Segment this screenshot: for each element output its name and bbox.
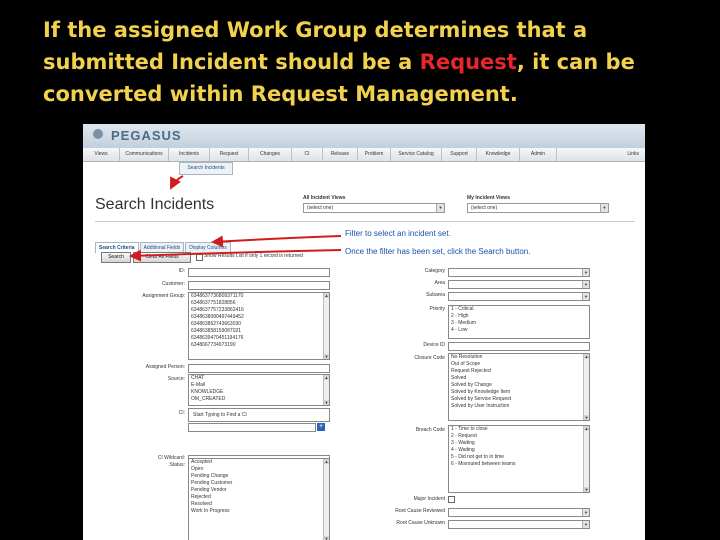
arrow-to-subtab: [170, 175, 184, 190]
app-screenshot: PEGASUS Views Communications Incidents R…: [83, 124, 645, 540]
arrow-to-search-button: [129, 249, 342, 262]
slide-title: If the assigned Work Group determines th…: [43, 14, 703, 110]
slide-title-highlight: Request: [419, 50, 517, 74]
annotation-arrows: [129, 175, 342, 262]
arrow-to-tabs: [211, 235, 342, 248]
